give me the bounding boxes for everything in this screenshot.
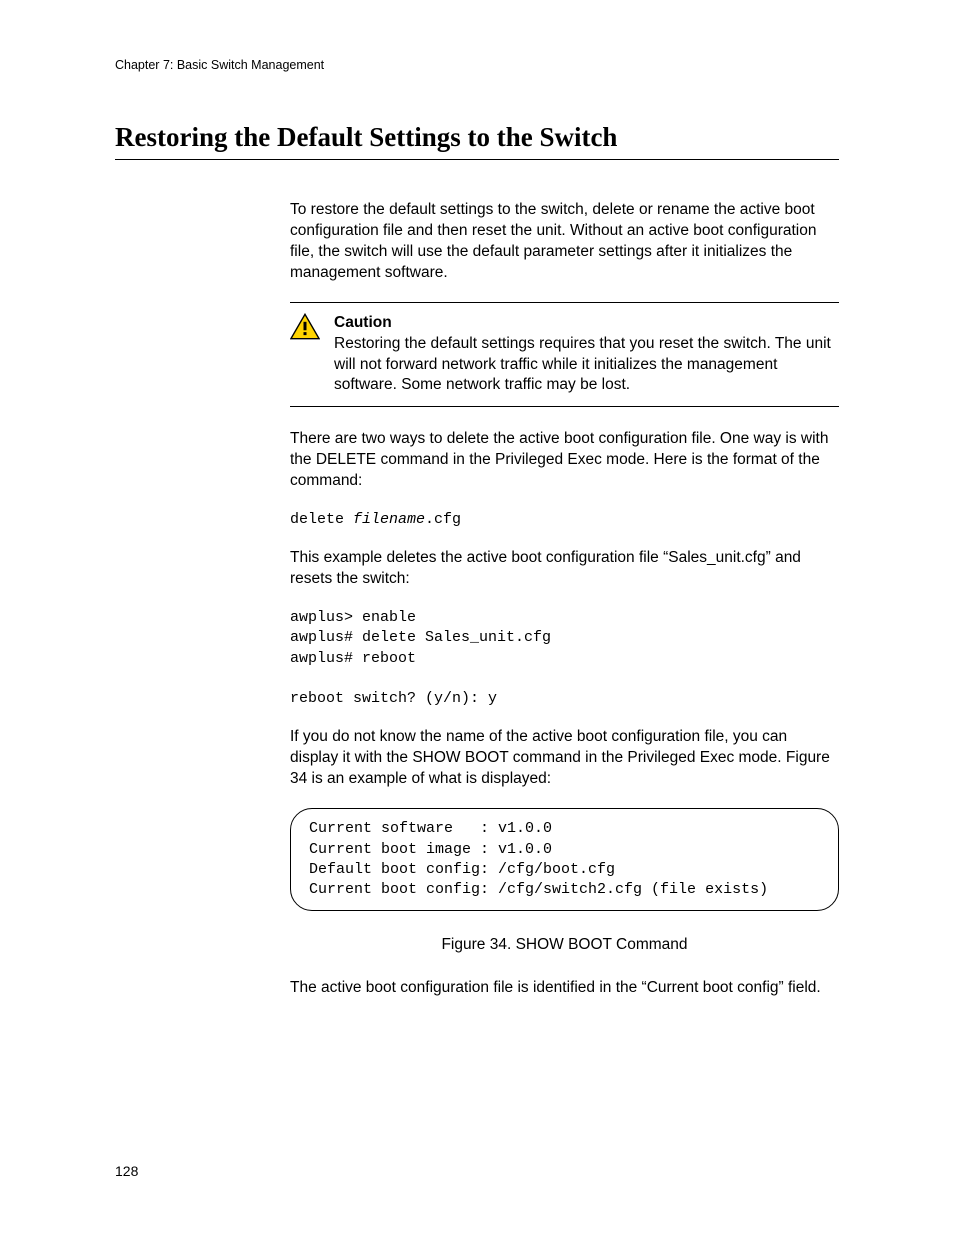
page-number: 128 (115, 1163, 138, 1179)
cmd-pre: delete (290, 511, 353, 528)
caution-icon (290, 313, 320, 340)
caution-body: Restoring the default settings requires … (334, 335, 831, 394)
paragraph-example-intro: This example deletes the active boot con… (290, 548, 839, 590)
paragraph-closing: The active boot configuration file is id… (290, 978, 839, 999)
body-column: To restore the default settings to the s… (290, 200, 839, 999)
figure-output: Current software : v1.0.0 Current boot i… (309, 819, 820, 900)
paragraph-showboot-intro: If you do not know the name of the activ… (290, 727, 839, 790)
paragraph-two-ways: There are two ways to delete the active … (290, 429, 839, 492)
cmd-post: .cfg (425, 511, 461, 528)
cmd-italic: filename (353, 511, 425, 528)
section-title: Restoring the Default Settings to the Sw… (115, 122, 839, 160)
command-format: delete filename.cfg (290, 510, 839, 530)
caution-box: Caution Restoring the default settings r… (290, 302, 839, 408)
caution-label: Caution (334, 314, 392, 331)
paragraph-intro: To restore the default settings to the s… (290, 200, 839, 284)
caution-text: Caution Restoring the default settings r… (334, 313, 839, 397)
running-head: Chapter 7: Basic Switch Management (115, 58, 839, 72)
figure-caption: Figure 34. SHOW BOOT Command (290, 935, 839, 956)
figure-box: Current software : v1.0.0 Current boot i… (290, 808, 839, 911)
example-commands: awplus> enable awplus# delete Sales_unit… (290, 608, 839, 709)
page: Chapter 7: Basic Switch Management Resto… (0, 0, 954, 1235)
